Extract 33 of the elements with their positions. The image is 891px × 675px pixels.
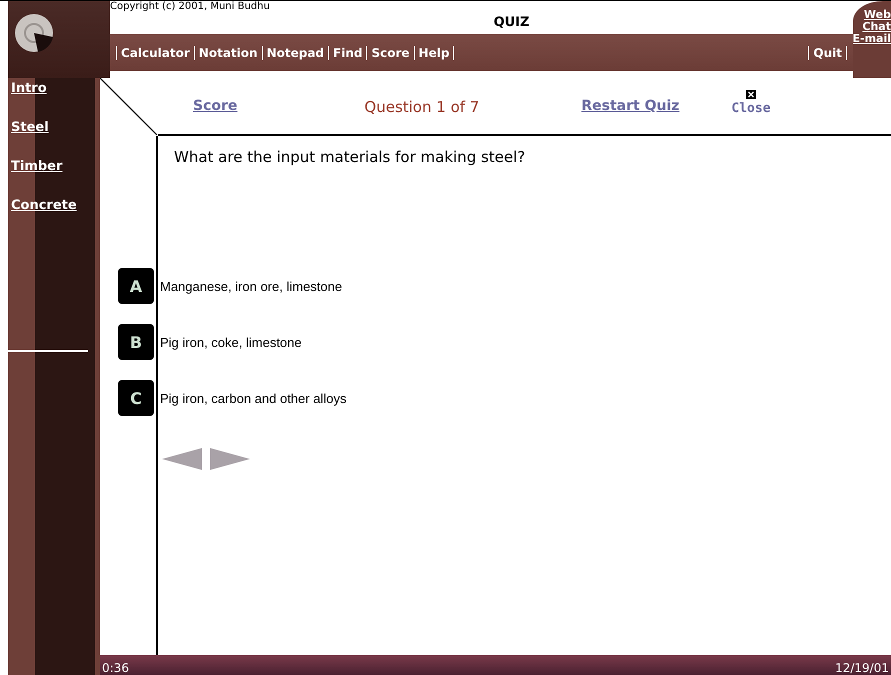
answer-letter-button[interactable]: B [118, 324, 154, 360]
question-counter: Question 1 of 7 [364, 98, 480, 116]
menu-item[interactable]: Help [414, 46, 454, 60]
shell-logo-icon [14, 13, 54, 53]
menu-item[interactable]: Find [328, 46, 366, 60]
answer-text: Manganese, iron ore, limestone [160, 278, 342, 294]
question-text: What are the input materials for making steel? [173, 147, 526, 168]
header-link[interactable]: E-mail [853, 33, 891, 45]
answer-text: Pig iron, coke, limestone [160, 334, 302, 350]
timer-text: 0:36 [102, 661, 129, 675]
menu-item[interactable]: Notepad [262, 46, 328, 60]
next-arrow-icon[interactable] [210, 448, 250, 470]
window-title: QUIZ [494, 15, 530, 30]
close-icon [746, 90, 756, 99]
header-link[interactable]: Chat [862, 21, 891, 33]
previous-arrow-icon[interactable] [162, 448, 202, 470]
answer-letter-button[interactable]: A [118, 268, 154, 304]
restart-quiz-link[interactable]: Restart Quiz [581, 98, 680, 114]
sidebar-item[interactable]: Intro [11, 80, 95, 119]
date-text: 12/19/01 [835, 661, 889, 675]
answer-text: Pig iron, carbon and other alloys [160, 390, 346, 406]
menu-item[interactable]: Score [366, 46, 414, 60]
answer-letter-button[interactable]: C [118, 380, 154, 416]
sidebar-item[interactable]: Timber [11, 158, 95, 197]
copyright-text: Copyright (c) 2001, Muni Budhu [110, 1, 270, 12]
menu-item[interactable]: Notation [194, 46, 262, 60]
sidebar-item[interactable]: Steel [11, 119, 95, 158]
quit-link[interactable]: Quit [808, 46, 847, 60]
header-link[interactable]: Web [864, 9, 891, 21]
score-link[interactable]: Score [193, 98, 238, 114]
sidebar-item[interactable]: Concrete [11, 197, 95, 236]
menu-item[interactable]: Calculator [116, 46, 194, 60]
close-button[interactable]: Close [731, 90, 771, 116]
